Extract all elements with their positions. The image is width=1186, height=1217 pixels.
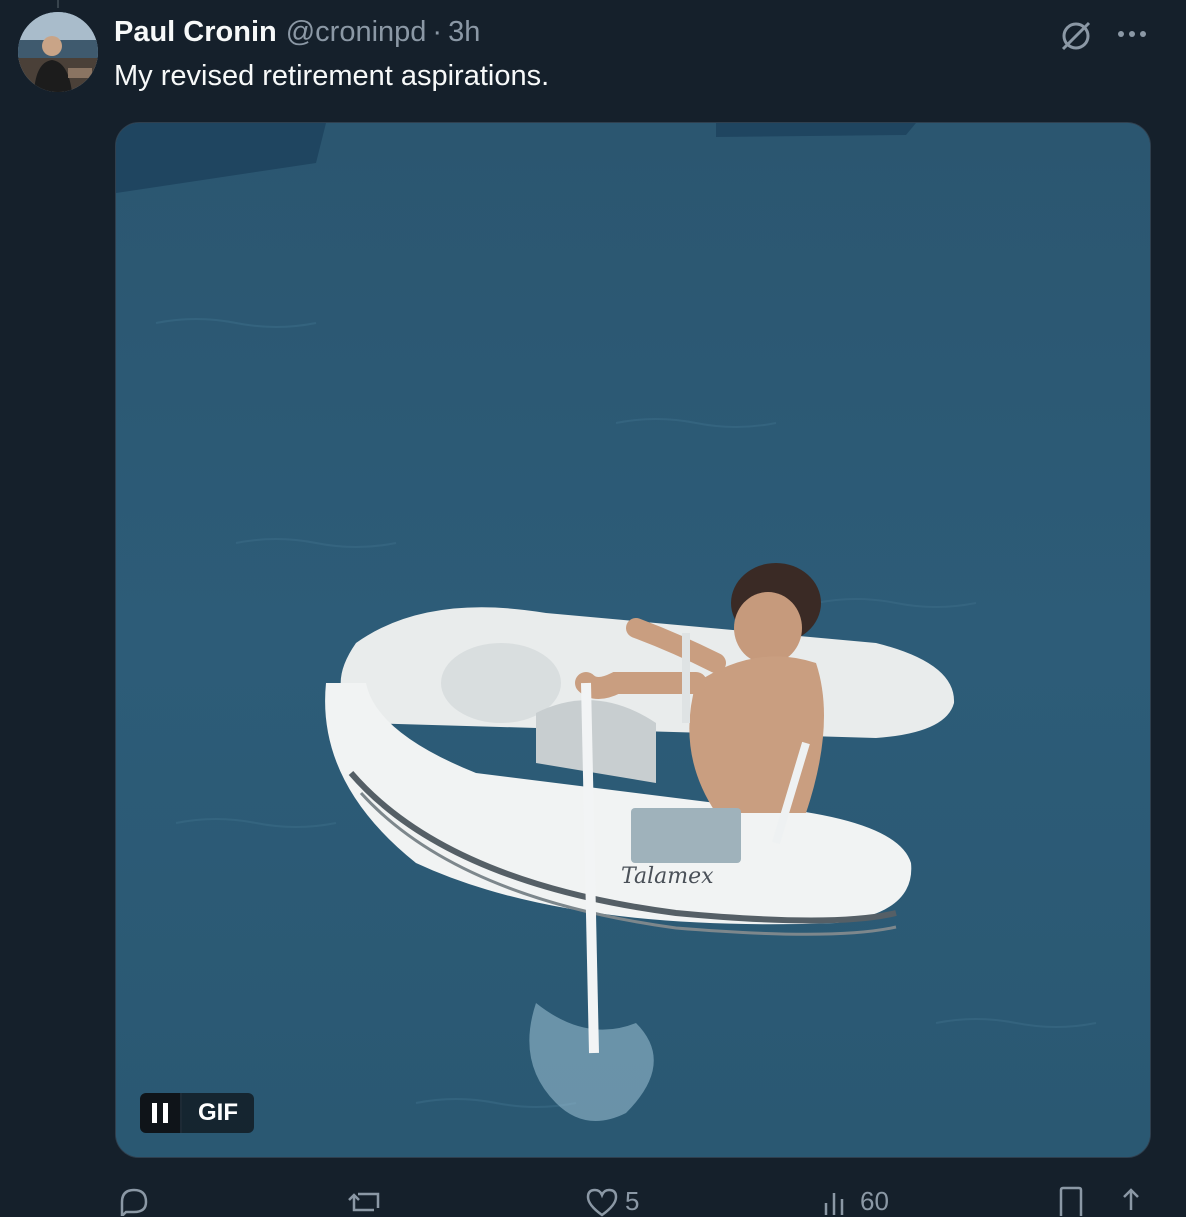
grok-icon[interactable] — [1058, 18, 1094, 54]
gif-frame: Talamex — [116, 123, 1150, 1157]
bookmark-button[interactable] — [1056, 1186, 1086, 1216]
like-button[interactable]: 5 — [585, 1186, 639, 1217]
avatar[interactable] — [18, 12, 98, 92]
like-count: 5 — [625, 1186, 640, 1216]
thread-connector-line — [57, 0, 59, 8]
views-button[interactable]: 60 — [820, 1186, 889, 1217]
gif-controls: GIF — [140, 1093, 254, 1133]
views-icon — [824, 1192, 844, 1215]
tweet-text: My revised retirement aspirations. — [114, 60, 550, 92]
more-options-icon[interactable] — [1112, 14, 1152, 54]
tweet-timestamp[interactable]: 3h — [448, 16, 480, 49]
author-handle[interactable]: @croninpd — [286, 16, 427, 49]
bookmark-icon — [1059, 1186, 1083, 1216]
reply-button[interactable] — [116, 1186, 158, 1216]
tweet-header: Paul Cronin @croninpd · 3h — [114, 16, 480, 52]
share-icon — [1123, 1188, 1139, 1210]
gif-media[interactable]: Talamex GIF — [115, 122, 1151, 1158]
tweet-actions-bar: 5 60 — [0, 1178, 1186, 1217]
heart-icon — [586, 1188, 618, 1217]
pause-icon[interactable] — [140, 1093, 180, 1133]
boat-brand-text: Talamex — [621, 864, 714, 889]
gif-badge: GIF — [180, 1093, 254, 1133]
retweet-icon — [348, 1192, 380, 1212]
avatar-photo — [18, 12, 98, 92]
author-name[interactable]: Paul Cronin — [114, 16, 277, 49]
reply-icon — [120, 1188, 148, 1216]
retweet-button[interactable] — [346, 1186, 392, 1216]
separator-dot: · — [432, 16, 443, 48]
views-count: 60 — [860, 1186, 889, 1216]
share-button[interactable] — [1116, 1186, 1146, 1216]
